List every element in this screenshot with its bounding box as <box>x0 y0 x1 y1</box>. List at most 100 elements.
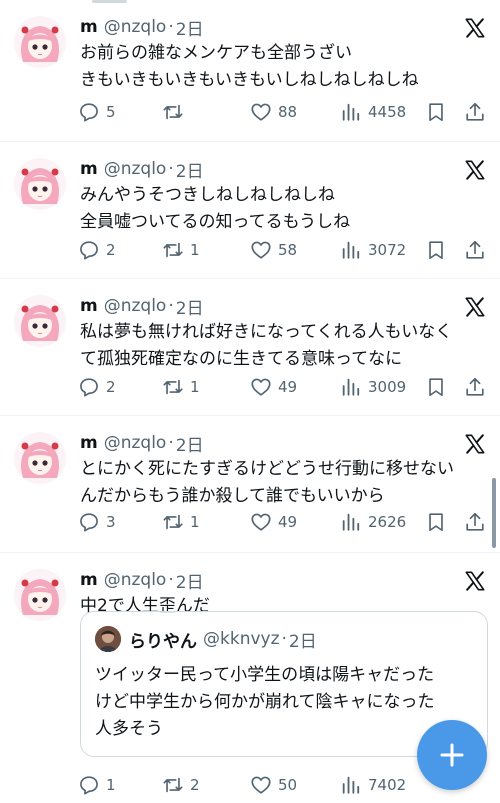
avatar[interactable] <box>14 158 66 210</box>
like-button[interactable]: 58 <box>250 236 297 264</box>
views-button[interactable]: 3009 <box>340 373 406 401</box>
retweet-button[interactable]: 1 <box>162 236 200 264</box>
tweet-text: 私は夢も無ければ好きになってくれる人もいなく て孤独死確定なのに生きてる意味って… <box>80 319 490 373</box>
quote-display-name[interactable]: らりやん <box>129 627 197 652</box>
views-icon <box>342 378 360 396</box>
tweet-text-line: とにかく死にたすぎるけどどうせ行動に移せない <box>80 459 454 479</box>
reply-button[interactable]: 3 <box>78 508 116 536</box>
like-button[interactable]: 88 <box>250 98 297 126</box>
tweet-text: お前らの雑なメンケアも全部うざい きもいきもいきもいきもいしねしねしねしね <box>80 40 490 94</box>
share-button[interactable] <box>464 98 486 126</box>
bookmark-icon <box>429 241 443 260</box>
views-icon <box>342 776 360 794</box>
retweet-icon <box>163 777 183 793</box>
retweet-button[interactable]: 2 <box>162 771 200 799</box>
bookmark-button[interactable] <box>425 508 447 536</box>
views-count: 4458 <box>368 103 407 121</box>
separator-dot: · <box>168 296 174 316</box>
scrollbar[interactable] <box>492 478 496 548</box>
separator-dot: · <box>168 570 174 590</box>
bookmark-icon <box>429 378 443 397</box>
display-name[interactable]: m <box>80 433 98 453</box>
reply-icon <box>80 513 98 532</box>
tweet-2[interactable]: m @nzqlo · 2日 みんやうそつきしねしねしねしね 全員嘘ついてるの知っ… <box>0 142 500 279</box>
retweet-count: 1 <box>190 378 200 396</box>
bookmark-button[interactable] <box>425 236 447 264</box>
action-bar: 3 1 49 2626 <box>78 508 490 536</box>
tweet-1[interactable]: m @nzqlo · 2日 お前らの雑なメンケアも全部うざい きもいきもいきもい… <box>0 0 500 142</box>
compose-button[interactable] <box>417 720 487 790</box>
tweet-text-line: きもいきもいきもいきもいしねしねしねしね <box>80 70 419 90</box>
avatar[interactable] <box>14 432 66 484</box>
handle[interactable]: @nzqlo <box>104 296 167 316</box>
like-button[interactable]: 49 <box>250 508 297 536</box>
display-name[interactable]: m <box>80 570 98 590</box>
views-button[interactable]: 7402 <box>340 771 406 799</box>
retweet-button[interactable]: 1 <box>162 508 200 536</box>
views-icon <box>342 103 360 121</box>
x-logo-icon <box>465 160 485 180</box>
tweet-text: とにかく死にたすぎるけどどうせ行動に移せない んだからもう誰か殺して誰でもいいか… <box>80 456 490 510</box>
handle[interactable]: @nzqlo <box>104 17 167 37</box>
views-button[interactable]: 4458 <box>340 98 406 126</box>
tweet-4[interactable]: m @nzqlo · 2日 とにかく死にたすぎるけどどうせ行動に移せない んだか… <box>0 416 500 553</box>
tweet-header: m @nzqlo · 2日 <box>80 14 204 40</box>
bookmark-button[interactable] <box>425 98 447 126</box>
tweet-3[interactable]: m @nzqlo · 2日 私は夢も無ければ好きになってくれる人もいなく て孤独… <box>0 279 500 416</box>
handle[interactable]: @nzqlo <box>104 433 167 453</box>
reply-button[interactable]: 5 <box>78 98 116 126</box>
like-button[interactable]: 49 <box>250 373 297 401</box>
avatar[interactable] <box>14 16 66 68</box>
retweet-button[interactable] <box>162 98 190 126</box>
reply-button[interactable]: 2 <box>78 236 116 264</box>
quote-avatar[interactable] <box>95 626 121 652</box>
handle[interactable]: @nzqlo <box>104 570 167 590</box>
timestamp[interactable]: 2日 <box>176 157 204 182</box>
reply-icon <box>80 776 98 795</box>
quote-text: ツイッター民って小学生の頃は陽キャだった けど中学生から何かが崩れて陰キャになっ… <box>95 662 435 743</box>
reply-count: 2 <box>106 378 116 396</box>
display-name[interactable]: m <box>80 17 98 37</box>
quote-handle[interactable]: @kknvyz <box>203 629 280 649</box>
timestamp[interactable]: 2日 <box>176 15 204 40</box>
views-icon <box>342 241 360 259</box>
views-icon <box>342 513 360 531</box>
avatar[interactable] <box>14 295 66 347</box>
heart-icon <box>251 378 271 396</box>
handle[interactable]: @nzqlo <box>104 159 167 179</box>
bookmark-button[interactable] <box>425 373 447 401</box>
timestamp[interactable]: 2日 <box>176 568 204 593</box>
retweet-count: 1 <box>190 241 200 259</box>
display-name[interactable]: m <box>80 159 98 179</box>
like-button[interactable]: 50 <box>250 771 297 799</box>
views-count: 7402 <box>368 776 407 794</box>
share-icon <box>466 377 484 396</box>
like-count: 58 <box>278 241 298 259</box>
reply-button[interactable]: 1 <box>78 771 116 799</box>
quote-text-line: けど中学生から何かが崩れて陰キャになった <box>95 692 435 712</box>
timestamp[interactable]: 2日 <box>176 431 204 456</box>
reply-count: 1 <box>106 776 116 794</box>
display-name[interactable]: m <box>80 296 98 316</box>
quote-header: らりやん @kknvyz · 2日 <box>129 625 317 653</box>
reply-icon <box>80 103 98 122</box>
share-button[interactable] <box>464 508 486 536</box>
avatar[interactable] <box>14 569 66 621</box>
plus-icon <box>440 743 464 767</box>
heart-icon <box>251 776 271 794</box>
retweet-button[interactable]: 1 <box>162 373 200 401</box>
timestamp[interactable]: 2日 <box>176 294 204 319</box>
action-bar: 2 1 49 3009 <box>78 373 490 401</box>
share-button[interactable] <box>464 236 486 264</box>
views-button[interactable]: 3072 <box>340 236 406 264</box>
quote-text-line: ツイッター民って小学生の頃は陽キャだった <box>95 665 435 685</box>
share-button[interactable] <box>464 373 486 401</box>
share-icon <box>466 512 484 531</box>
separator-dot: · <box>281 629 287 649</box>
action-bar: 2 1 58 3072 <box>78 236 490 264</box>
reply-button[interactable]: 2 <box>78 373 116 401</box>
reply-count: 2 <box>106 241 116 259</box>
quote-timestamp[interactable]: 2日 <box>289 627 317 652</box>
tweet-text-line: みんやうそつきしねしねしねしね <box>80 185 335 205</box>
views-button[interactable]: 2626 <box>340 508 406 536</box>
